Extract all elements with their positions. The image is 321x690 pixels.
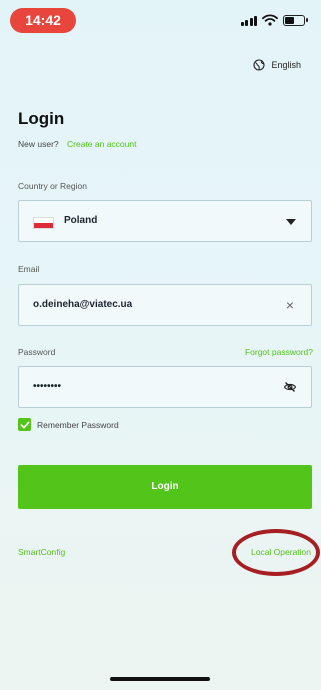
remember-password-row[interactable]: Remember Password: [18, 418, 119, 431]
password-value: ••••••••: [33, 381, 62, 392]
globe-icon: [253, 59, 266, 71]
chevron-down-icon: [286, 219, 296, 225]
home-indicator[interactable]: [110, 677, 210, 681]
cellular-signal-icon: [240, 15, 257, 26]
checkmark-icon: [20, 421, 29, 428]
login-button[interactable]: Login: [18, 465, 312, 509]
country-value: Poland: [64, 215, 98, 226]
wifi-icon: [262, 14, 278, 26]
email-label: Email: [18, 264, 40, 274]
poland-flag-icon: [33, 217, 54, 229]
remember-checkbox[interactable]: [18, 418, 31, 431]
language-label: English: [271, 60, 301, 70]
forgot-password-link[interactable]: Forgot password?: [245, 347, 313, 357]
status-icons: [240, 13, 308, 27]
battery-level: [285, 16, 294, 24]
smartconfig-link[interactable]: SmartConfig: [18, 547, 65, 557]
eye-off-icon[interactable]: [283, 380, 297, 394]
new-user-text: New user?: [18, 139, 59, 149]
new-user-row: New user? Create an account: [18, 139, 136, 149]
annotation-circle: [232, 529, 320, 576]
password-label: Password: [18, 347, 56, 357]
battery-icon: [283, 14, 308, 26]
password-field[interactable]: ••••••••: [18, 366, 312, 408]
status-bar: 14:42: [0, 0, 321, 40]
create-account-link[interactable]: Create an account: [67, 139, 136, 149]
email-value: o.deineha@viatec.ua: [33, 299, 133, 310]
country-label: Country or Region: [18, 181, 87, 191]
status-time: 14:42: [10, 8, 76, 33]
email-field[interactable]: o.deineha@viatec.ua ×: [18, 284, 312, 326]
remember-label: Remember Password: [37, 419, 119, 430]
country-select[interactable]: Poland: [18, 200, 312, 242]
language-selector[interactable]: English: [253, 59, 301, 71]
clear-icon[interactable]: ×: [286, 297, 294, 313]
page-title: Login: [18, 109, 65, 128]
